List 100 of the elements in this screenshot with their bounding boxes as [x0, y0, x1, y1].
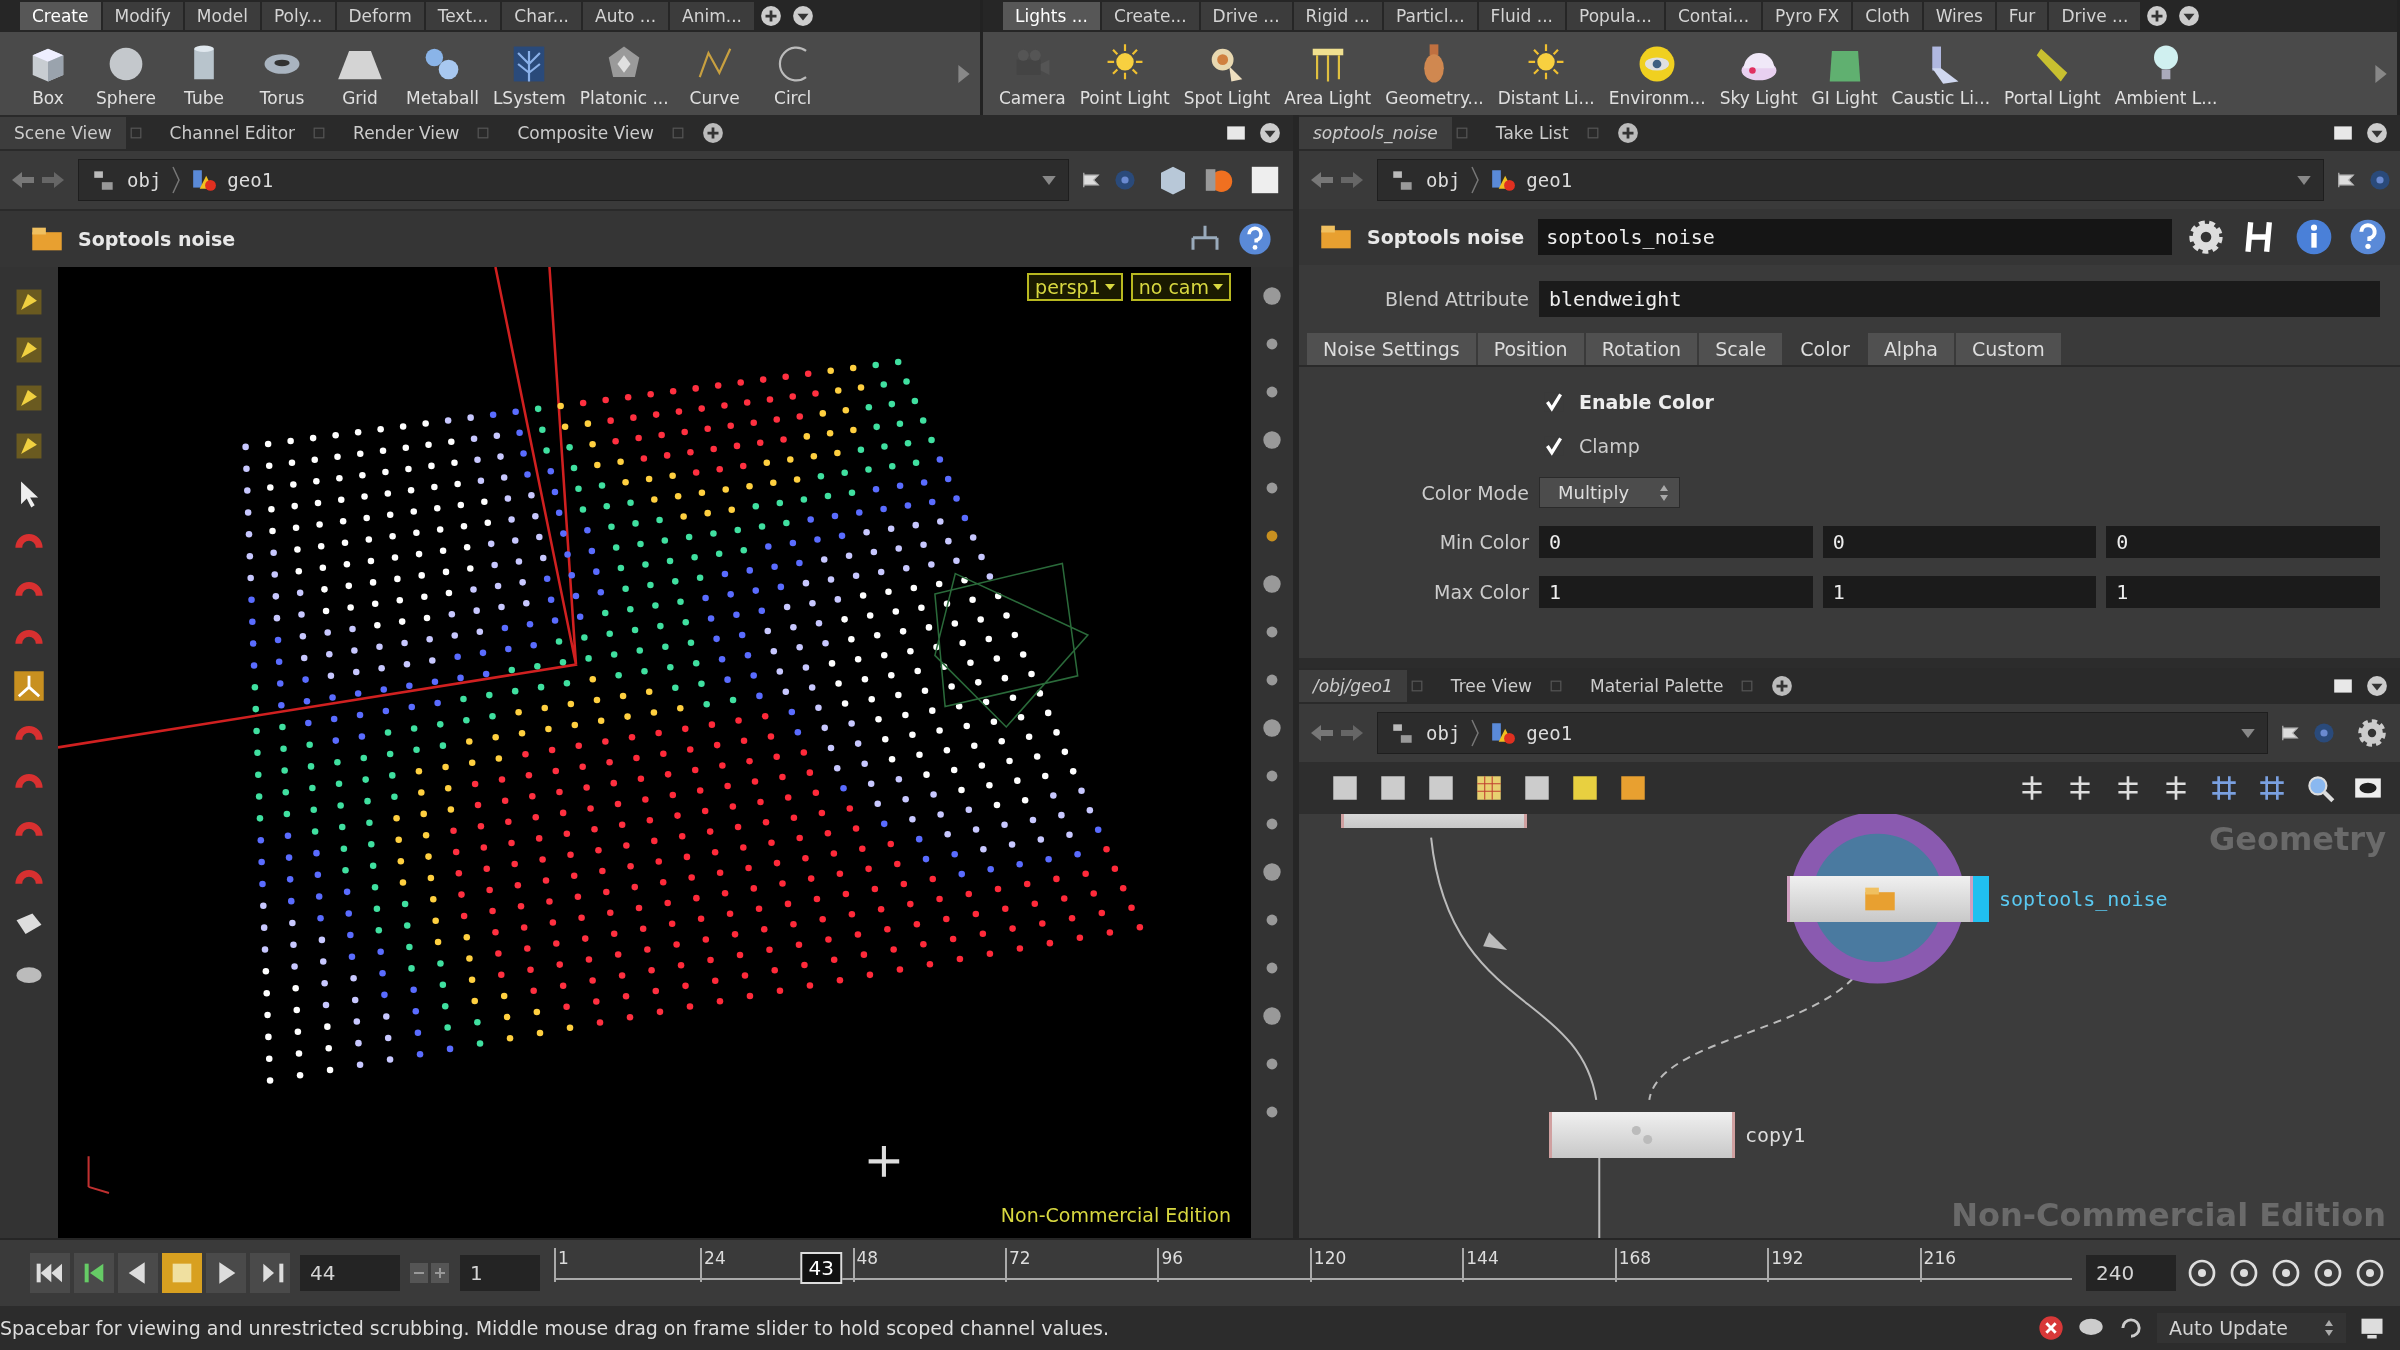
parameter-tab[interactable]: Noise Settings	[1307, 333, 1476, 365]
end-frame-field[interactable]: 240	[2086, 1255, 2176, 1291]
shelf-tool[interactable]: Spot Light	[1177, 37, 1277, 110]
shelf-tool[interactable]: Grid	[322, 37, 398, 110]
number-field[interactable]: 1	[1539, 576, 1813, 608]
info-icon[interactable]	[2294, 217, 2334, 257]
scroll-right-icon[interactable]	[2375, 64, 2387, 83]
add-tab-icon[interactable]	[1616, 122, 1639, 144]
shelf-tool[interactable]: Caustic Li...	[1885, 37, 1997, 110]
shelf-menu-icon[interactable]	[792, 5, 814, 27]
parameter-tab[interactable]: Scale	[1699, 333, 1783, 365]
shelf-tab[interactable]: Text...	[425, 2, 501, 30]
shelf-tool[interactable]: Curve	[676, 37, 753, 110]
color-mode-menu[interactable]: Multiply	[1539, 477, 1681, 508]
parameter-tab[interactable]: Rotation	[1585, 333, 1698, 365]
pane-menu-icon[interactable]	[2366, 122, 2388, 144]
number-field[interactable]: 0	[1539, 526, 1813, 558]
shelf-tool[interactable]: GI Light	[1805, 37, 1884, 110]
path-segment[interactable]: obj	[1426, 169, 1461, 191]
shelf-tool[interactable]: Sphere	[88, 37, 164, 110]
pane-tab[interactable]: Material Palette	[1576, 670, 1738, 702]
previous-key-icon[interactable]	[74, 1253, 114, 1293]
step-field[interactable]: 1	[460, 1255, 540, 1291]
shelf-tool[interactable]: Geometry...	[1379, 37, 1490, 110]
node[interactable]	[1787, 876, 1973, 922]
frame-field[interactable]: 44	[300, 1255, 400, 1291]
axes-icon[interactable]	[12, 669, 46, 703]
settings-icon[interactable]	[2186, 217, 2226, 257]
number-field[interactable]: 1	[2106, 576, 2380, 608]
shelf-tool[interactable]: Environm...	[1602, 37, 1712, 110]
shelf-tool[interactable]: LSystem	[486, 37, 572, 110]
add-tab-icon[interactable]	[701, 122, 724, 144]
shelf-tool[interactable]: Portal Light	[1998, 37, 2107, 110]
pane-tab[interactable]: soptools_noise	[1299, 117, 1452, 149]
dropdown-arrow-icon[interactable]	[1104, 284, 1115, 290]
shelf-tab[interactable]: Char...	[502, 2, 581, 30]
shelf-tab[interactable]: Cloth	[1853, 2, 1922, 30]
node-name-field[interactable]: soptools_noise	[1538, 219, 2172, 255]
shelf-tab[interactable]: Drive ...	[1200, 2, 1292, 30]
link-circle-icon[interactable]	[2368, 168, 2392, 192]
shelf-tab[interactable]: Anim...	[670, 2, 754, 30]
number-field[interactable]: 0	[1822, 526, 2097, 558]
dropdown-arrow-icon[interactable]	[1213, 284, 1223, 290]
skip-start-icon[interactable]	[30, 1253, 70, 1293]
shelf-tool[interactable]: Platonic ...	[573, 37, 675, 110]
path-segment[interactable]: obj	[127, 169, 162, 191]
shelf-tool[interactable]: Circl	[754, 37, 831, 110]
shelf-tool[interactable]: Camera	[993, 37, 1072, 110]
pane-tab[interactable]: Take List	[1481, 117, 1583, 149]
path-field[interactable]: obj geo1	[1377, 712, 2268, 754]
checkbox[interactable]	[1543, 391, 1565, 413]
link-circle-icon[interactable]	[1113, 168, 1137, 192]
number-field[interactable]: 1	[1822, 576, 2097, 608]
scroll-right-icon[interactable]	[958, 64, 970, 83]
pane-tab[interactable]: Channel Editor	[155, 117, 310, 149]
path-segment[interactable]: obj	[1426, 722, 1461, 744]
node[interactable]	[1549, 1112, 1735, 1158]
shelf-tab[interactable]: Auto ...	[583, 2, 669, 30]
shelf-tool[interactable]: Area Light	[1278, 37, 1378, 110]
shelf-tab[interactable]: Lights ...	[1003, 2, 1100, 30]
add-tab-icon[interactable]	[2146, 5, 2169, 27]
link-circle-icon[interactable]	[2312, 721, 2336, 745]
skip-end-icon[interactable]	[250, 1253, 290, 1293]
pane-tab[interactable]: Composite View	[503, 117, 668, 149]
play-icon[interactable]	[206, 1253, 246, 1293]
checkbox[interactable]	[1543, 435, 1565, 457]
path-segment[interactable]: geo1	[227, 169, 274, 191]
up-down-arrows-icon[interactable]	[2324, 1318, 2334, 1338]
add-tab-icon[interactable]	[1771, 675, 1794, 697]
shelf-tool[interactable]: Tube	[166, 37, 242, 110]
camera-menu[interactable]: no cam	[1130, 273, 1231, 301]
shelf-tool[interactable]: Metaball	[400, 37, 485, 110]
shelf-tab[interactable]: Drive ...	[2049, 2, 2141, 30]
shelf-tab[interactable]: Fur	[1996, 2, 2048, 30]
error-icon[interactable]	[2037, 1314, 2066, 1342]
shelf-tab[interactable]: Wires	[1923, 2, 1995, 30]
pane-tab[interactable]: Tree View	[1436, 670, 1546, 702]
shelf-tab[interactable]: Modify	[102, 2, 183, 30]
help-icon[interactable]	[1237, 221, 1273, 257]
pane-menu-icon[interactable]	[2366, 675, 2388, 697]
blend-attribute-field[interactable]: blendweight	[1539, 281, 2380, 317]
path-field[interactable]: obj geo1	[1377, 159, 2324, 201]
play-reverse-icon[interactable]	[118, 1253, 158, 1293]
number-field[interactable]: 0	[2106, 526, 2380, 558]
shelf-tool[interactable]: Ambient L...	[2108, 37, 2224, 110]
shelf-tool[interactable]: Torus	[244, 37, 320, 110]
path-segment[interactable]: geo1	[1526, 722, 1573, 744]
shelf-tab[interactable]: Poly...	[261, 2, 335, 30]
parameter-tab[interactable]: Position	[1477, 333, 1584, 365]
parameter-tab[interactable]: Custom	[1955, 333, 2061, 365]
shelf-tab[interactable]: Deform	[336, 2, 424, 30]
shelf-tab[interactable]: Create	[20, 2, 101, 30]
help-icon[interactable]	[2348, 217, 2388, 257]
shelf-menu-icon[interactable]	[2178, 5, 2201, 27]
shelf-tab[interactable]: Model	[184, 2, 260, 30]
shelf-tab[interactable]: Create...	[1101, 2, 1199, 30]
shelf-tab[interactable]: Pyro FX	[1763, 2, 1852, 30]
pane-tab[interactable]: /obj/geo1	[1299, 670, 1407, 702]
viewport[interactable]: persp1 no cam Non-Commercial Edition	[58, 267, 1251, 1238]
timeline-ruler[interactable]: 1 24 43 48 72 96 120 144 168 192 216	[554, 1248, 2072, 1298]
